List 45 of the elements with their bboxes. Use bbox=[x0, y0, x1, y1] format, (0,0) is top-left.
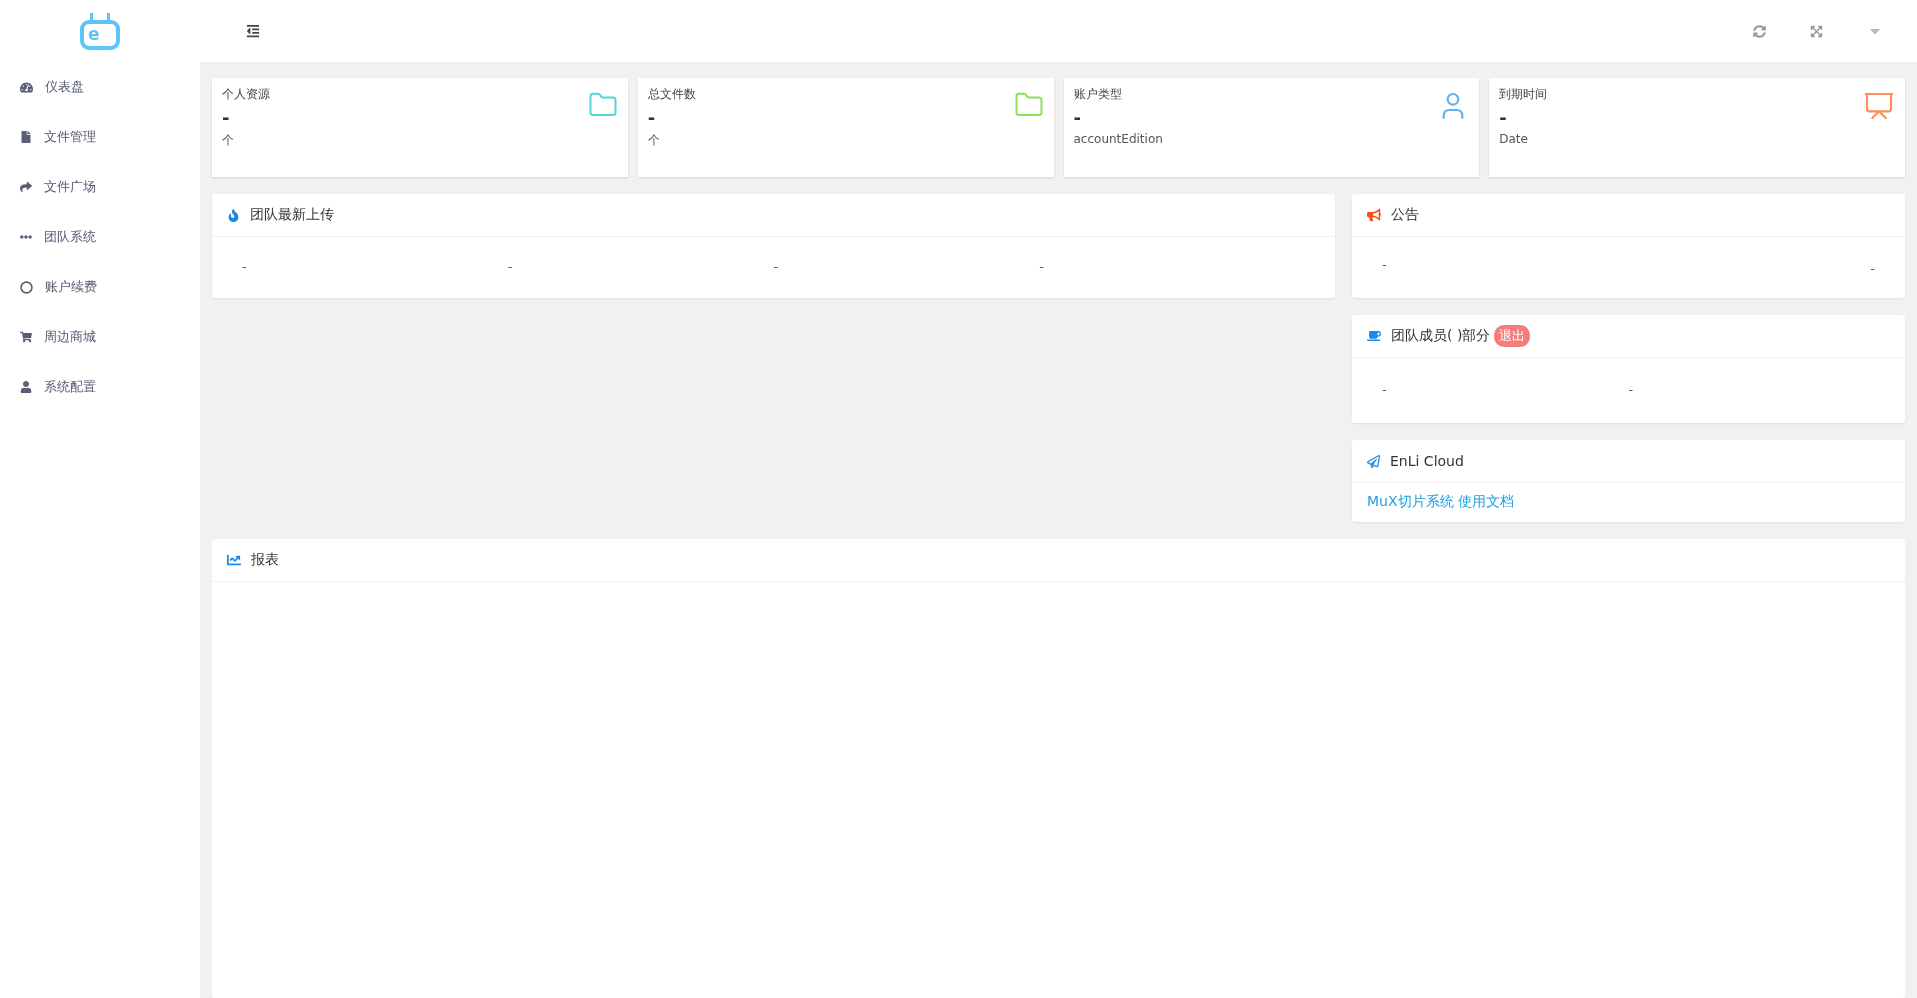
upload-cell-text: - bbox=[1039, 259, 1045, 274]
stat-value: - bbox=[1499, 107, 1508, 128]
panel-title: 报表 bbox=[251, 551, 279, 569]
member-cell-text: - bbox=[1382, 382, 1388, 397]
megaphone-icon bbox=[1367, 208, 1381, 222]
notice-text: - bbox=[1382, 257, 1387, 274]
sidebar-item[interactable]: 文件广场 bbox=[0, 162, 200, 212]
sidebar-item[interactable]: 系统配置 bbox=[0, 362, 200, 412]
flame-icon bbox=[227, 208, 240, 222]
logo: e bbox=[80, 12, 120, 50]
sidebar-item[interactable]: 仪表盘 bbox=[0, 62, 200, 112]
stat-title: 总文件数 bbox=[647, 86, 696, 103]
stat-title: 个人资源 bbox=[222, 86, 270, 103]
share-icon bbox=[20, 181, 32, 193]
notice-date: - bbox=[1870, 261, 1875, 276]
stat-value: - bbox=[222, 107, 231, 128]
ring-icon bbox=[20, 280, 33, 294]
sidebar-item[interactable]: 账户续费 bbox=[0, 262, 200, 312]
stat-title: 到期时间 bbox=[1499, 86, 1548, 103]
stat-unit: 个 bbox=[222, 132, 235, 149]
stat-title: 账户类型 bbox=[1073, 86, 1123, 103]
paper-plane-icon bbox=[1367, 454, 1380, 468]
dashboard-icon bbox=[20, 80, 33, 94]
file-icon bbox=[20, 131, 32, 143]
sidebar-item[interactable]: 文件管理 bbox=[0, 112, 200, 162]
panel-title: 公告 bbox=[1391, 206, 1419, 224]
stat-value: - bbox=[647, 107, 657, 128]
stat-value: - bbox=[1073, 107, 1082, 128]
cup-icon bbox=[1367, 329, 1381, 343]
stat-unit: 个 bbox=[647, 132, 661, 149]
presentation-chart-icon bbox=[1863, 90, 1895, 122]
upload-cell-text: - bbox=[242, 259, 248, 274]
stat-unit: accountEdition bbox=[1073, 132, 1163, 146]
upload-cell-text: - bbox=[507, 259, 514, 274]
sidebar-item[interactable]: 周边商城 bbox=[0, 312, 200, 362]
cart-icon bbox=[20, 331, 32, 343]
line-chart-icon bbox=[227, 553, 241, 567]
stat-unit: Date bbox=[1499, 132, 1529, 146]
sidebar-item[interactable]: 团队系统 bbox=[0, 212, 200, 262]
panel-title: 团队成员( )部分 bbox=[1391, 327, 1491, 345]
member-cell-text: - bbox=[1628, 382, 1635, 397]
panel-title: 团队最新上传 bbox=[250, 206, 334, 224]
user-icon bbox=[20, 381, 32, 393]
panel-title: EnLi Cloud bbox=[1390, 453, 1464, 469]
upload-cell-text: - bbox=[773, 259, 780, 274]
